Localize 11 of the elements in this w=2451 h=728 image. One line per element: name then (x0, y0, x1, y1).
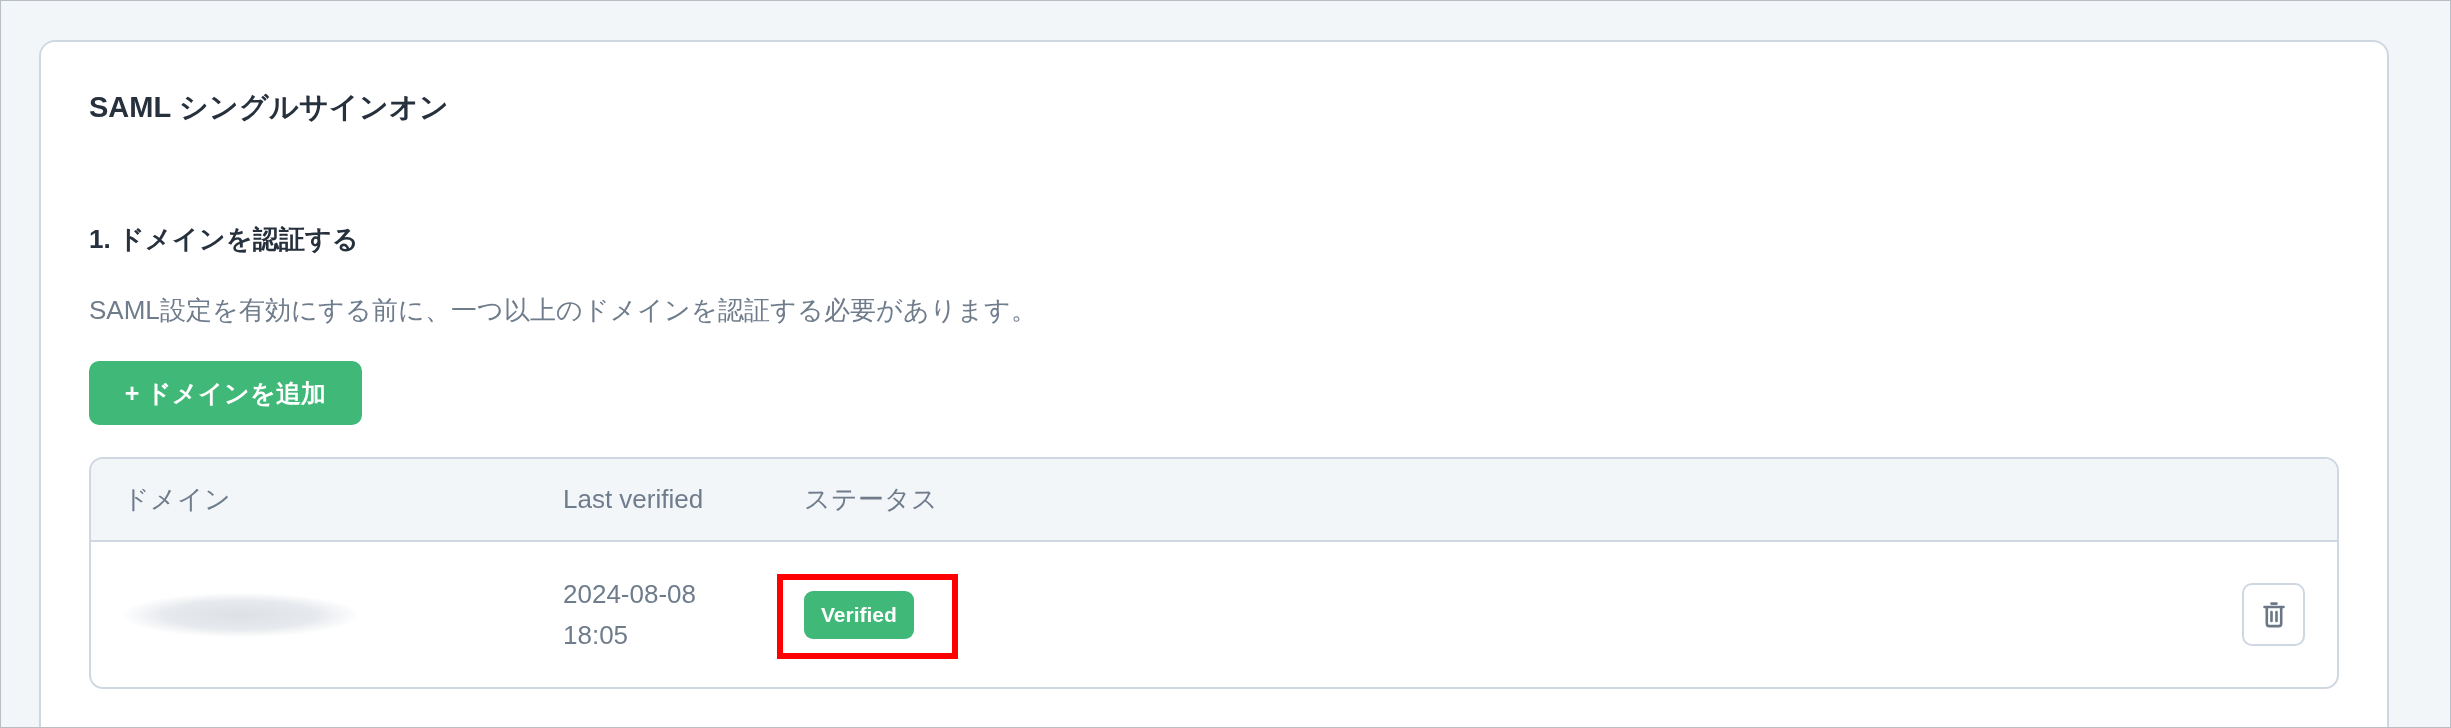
status-badge: Verified (804, 590, 914, 639)
description-text: SAML設定を有効にする前に、一つ以上のドメインを認証する必要があります。 (89, 294, 1037, 327)
add-domain-button[interactable]: + ドメインを追加 (89, 361, 362, 425)
step-heading: 1. ドメインを認証する (89, 223, 359, 256)
delete-button[interactable] (2242, 583, 2305, 646)
column-header: ステータス (804, 483, 939, 516)
table-cell-text: 2024-08-08 18:05 (563, 577, 697, 652)
column-header: ドメイン (123, 483, 232, 516)
column-header: Last verified (563, 484, 705, 515)
trash-icon (2262, 601, 2285, 628)
section-title: SAML シングルサインオン (89, 90, 449, 125)
